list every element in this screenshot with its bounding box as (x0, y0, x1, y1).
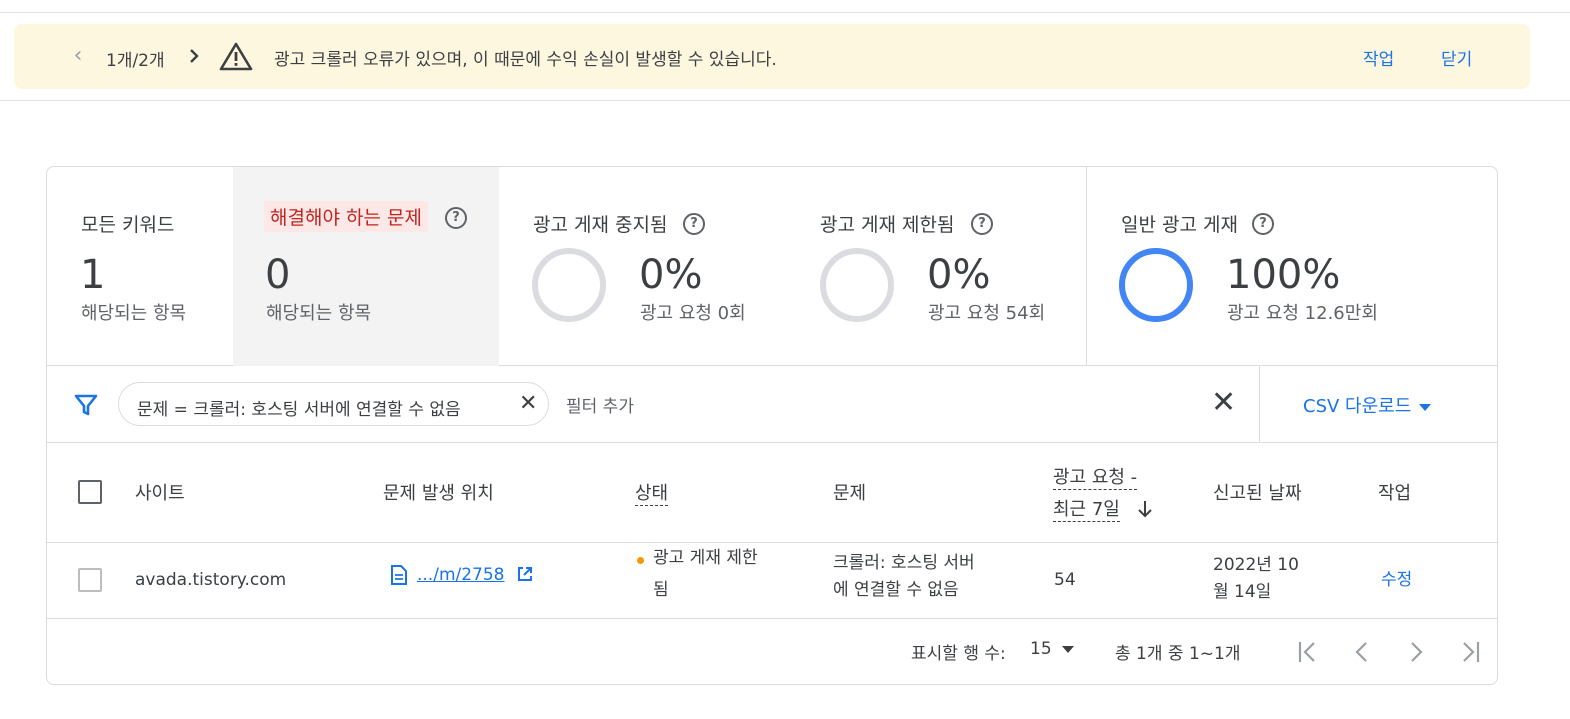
header-location[interactable]: 문제 발생 위치 (383, 479, 494, 505)
stat-issues-label[interactable]: 해결해야 하는 문제 (264, 201, 428, 232)
stats-row: 모든 키워드 1 해당되는 항목 해결해야 하는 문제 ? 0 해당되는 항목 … (47, 167, 1497, 366)
csv-download-button[interactable]: CSV 다운로드 (1303, 392, 1432, 418)
stat-paused-sub: 광고 요청 0회 (640, 303, 746, 324)
header-issue[interactable]: 문제 (833, 479, 866, 505)
banner-counter: 1개/2개 (106, 51, 165, 71)
stat-normal-label[interactable]: 일반 광고 게재 (1121, 210, 1238, 237)
header-status[interactable]: 상태 (635, 479, 669, 506)
status-dot (637, 557, 644, 564)
alert-banner: ‹ 1개/2개 광고 크롤러 오류가 있으며, 이 때문에 수익 손실이 발생할… (14, 24, 1530, 89)
header-site[interactable]: 사이트 (135, 479, 185, 505)
top-divider (0, 12, 1570, 13)
header-reported[interactable]: 신고된 날짜 (1213, 479, 1302, 505)
stat-paused-value: 0% (639, 252, 703, 298)
header-action: 작업 (1378, 483, 1412, 504)
warning-icon (219, 41, 253, 71)
filter-chip[interactable]: 문제 = 크롤러: 호스팅 서버에 연결할 수 없음 ✕ (118, 382, 549, 426)
banner-close-button[interactable]: 닫기 (1441, 45, 1472, 70)
issues-card: 모든 키워드 1 해당되는 항목 해결해야 하는 문제 ? 0 해당되는 항목 … (46, 166, 1498, 685)
pagination-footer: 표시할 행 수: 15 총 1개 중 1~1개 (47, 619, 1497, 684)
pagination-range: 총 1개 중 1~1개 (1115, 644, 1241, 664)
row-edit-button[interactable]: 수정 (1381, 567, 1412, 593)
stat-all-keywords-sub: 해당되는 항목 (81, 303, 187, 324)
row-issue-line2: 에 연결할 수 없음 (833, 580, 959, 600)
help-icon[interactable]: ? (971, 213, 993, 235)
document-icon (391, 565, 407, 585)
row-location-link[interactable]: .../m/2758 (417, 562, 505, 588)
help-icon[interactable]: ? (683, 213, 705, 235)
stat-limited-sub: 광고 요청 54회 (928, 303, 1046, 324)
caret-down-icon (1419, 403, 1432, 411)
open-in-new-icon[interactable] (516, 565, 534, 583)
last-page-icon[interactable] (1455, 637, 1485, 667)
filter-divider (1259, 366, 1260, 443)
rows-per-page-label: 표시할 행 수: (911, 644, 1006, 664)
stats-divider (1086, 167, 1087, 366)
help-icon[interactable]: ? (445, 207, 467, 229)
stat-issues-sub: 해당되는 항목 (266, 303, 372, 324)
stat-normal-ring (1119, 248, 1193, 322)
stat-paused-label[interactable]: 광고 게재 중지됨 (533, 210, 667, 237)
csv-download-label: CSV 다운로드 (1303, 396, 1412, 417)
filter-icon[interactable] (73, 392, 99, 418)
next-page-icon[interactable] (1401, 637, 1431, 667)
banner-message: 광고 크롤러 오류가 있으며, 이 때문에 수익 손실이 발생할 수 있습니다. (274, 50, 777, 70)
row-date-line1: 2022년 10 (1213, 555, 1299, 575)
help-icon[interactable]: ? (1252, 213, 1274, 235)
row-checkbox[interactable] (78, 568, 102, 592)
stat-limited-label[interactable]: 광고 게재 제한됨 (820, 210, 954, 237)
stat-all-keywords-label[interactable]: 모든 키워드 (81, 210, 174, 237)
rows-per-page-value: 15 (1030, 639, 1052, 659)
prev-page-icon[interactable] (1347, 637, 1377, 667)
table-row: avada.tistory.com .../m/2758 광고 게재 제한 됨 … (47, 543, 1497, 619)
first-page-icon[interactable] (1293, 637, 1323, 667)
row-issue-line1: 크롤러: 호스팅 서버 (833, 553, 975, 573)
row-requests: 54 (1054, 570, 1076, 590)
banner-prev-button[interactable]: ‹ (66, 42, 90, 70)
close-icon[interactable]: ✕ (519, 393, 537, 415)
filter-bar: 문제 = 크롤러: 호스팅 서버에 연결할 수 없음 ✕ 필터 추가 ✕ CSV… (47, 366, 1497, 443)
header-requests-line2[interactable]: 최근 7일 (1053, 495, 1120, 522)
stat-limited-value: 0% (927, 252, 991, 298)
chevron-right-icon (190, 49, 199, 63)
stat-normal-value: 100% (1226, 252, 1341, 298)
filter-add-input[interactable]: 필터 추가 (566, 392, 634, 417)
row-status-line2: 됨 (653, 580, 669, 600)
section-divider (0, 100, 1570, 101)
row-date-line2: 월 14일 (1213, 582, 1272, 602)
stat-normal-sub: 광고 요청 12.6만회 (1227, 303, 1378, 324)
banner-action-button[interactable]: 작업 (1363, 45, 1394, 70)
banner-next-button[interactable] (182, 42, 206, 70)
clear-filters-icon[interactable]: ✕ (1211, 386, 1236, 420)
stat-paused-ring (532, 248, 606, 322)
filter-chip-label: 문제 = 크롤러: 호스팅 서버에 연결할 수 없음 (137, 400, 461, 420)
row-site: avada.tistory.com (135, 570, 287, 590)
stat-issues-value: 0 (265, 252, 291, 298)
stat-limited-ring (820, 248, 894, 322)
row-status-line1: 광고 게재 제한 (653, 548, 758, 568)
header-requests-line1[interactable]: 광고 요청 - (1053, 463, 1138, 490)
rows-per-page-select[interactable]: 15 (1030, 639, 1074, 659)
sort-down-icon[interactable] (1137, 499, 1153, 519)
table-header: 사이트 문제 발생 위치 상태 문제 광고 요청 - 최근 7일 신고된 날짜 … (47, 443, 1497, 543)
stat-all-keywords-value: 1 (80, 252, 106, 298)
caret-down-icon (1061, 645, 1074, 653)
select-all-checkbox[interactable] (78, 480, 102, 504)
